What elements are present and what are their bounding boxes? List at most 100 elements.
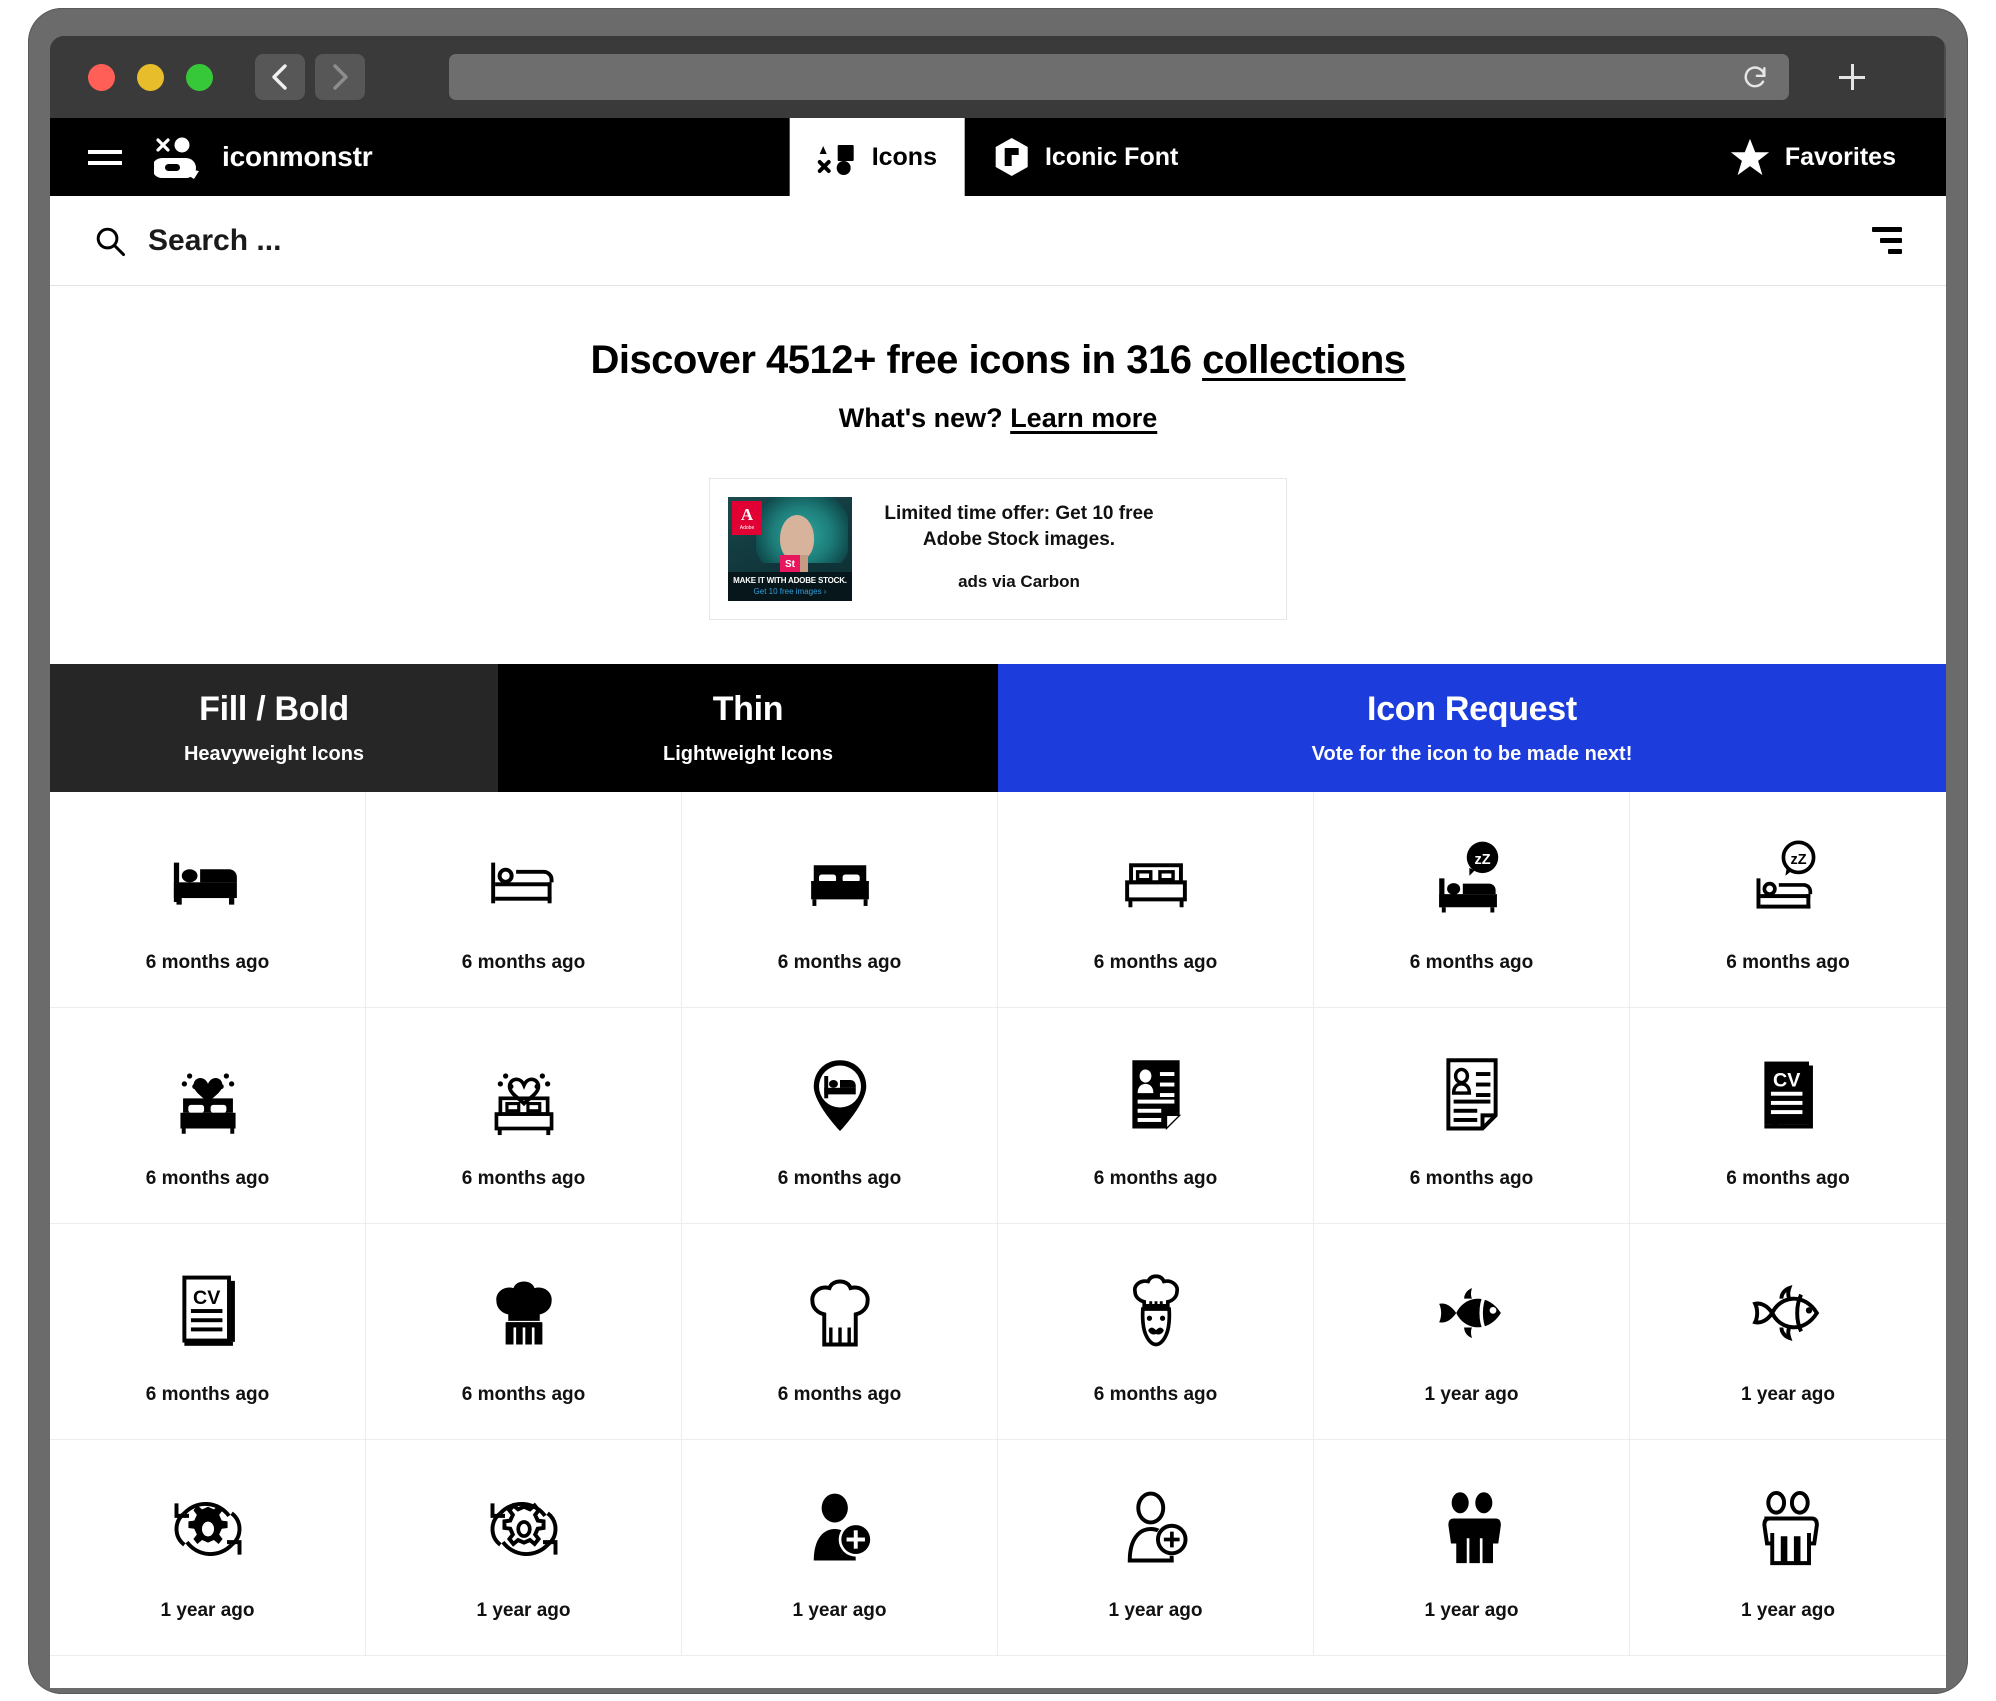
search-input-wrap — [94, 223, 1872, 258]
search-icon — [96, 227, 126, 256]
icon-card[interactable]: CV 6 months ago — [50, 1224, 366, 1440]
icon-card[interactable]: 6 months ago — [50, 1008, 366, 1224]
icon-card[interactable]: 6 months ago — [366, 1008, 682, 1224]
icon-card[interactable]: 1 year ago — [1314, 1440, 1630, 1656]
search-input[interactable] — [148, 223, 1393, 258]
icon-age: 6 months ago — [777, 1167, 902, 1189]
banner-thin-subtitle: Lightweight Icons — [663, 743, 833, 765]
favorites-link[interactable]: Favorites — [1729, 118, 1946, 196]
ad-caption-line2: Get 10 free images › — [753, 587, 827, 596]
headline-prefix: Discover 4512+ free icons in 316 — [590, 338, 1203, 382]
icon-card[interactable]: 1 year ago — [1630, 1440, 1946, 1656]
icon-card[interactable]: 1 year ago — [50, 1440, 366, 1656]
honeymoon-bed-heart-filled-icon — [166, 1042, 250, 1152]
navigation-buttons — [255, 54, 365, 100]
maximize-window-button[interactable] — [186, 63, 213, 91]
carbon-ad[interactable]: A Adobe St MAKE IT WITH ADOBE STOCK. Get… — [709, 478, 1287, 620]
tab-icons-label: Icons — [871, 142, 937, 171]
brand-logo[interactable]: iconmonstr — [154, 118, 373, 196]
close-window-button[interactable] — [88, 63, 115, 91]
address-bar[interactable] — [449, 54, 1789, 100]
menu-icon[interactable] — [88, 118, 124, 196]
icon-age: 6 months ago — [1093, 1167, 1218, 1189]
gear-refresh-filled-icon — [166, 1474, 250, 1584]
bed-sleep-filled-icon — [166, 826, 250, 936]
banner-icon-request[interactable]: Icon Request Vote for the icon to be mad… — [998, 664, 1946, 792]
chef-hat-thin-icon — [798, 1258, 882, 1368]
icon-card[interactable]: 1 year ago — [682, 1440, 998, 1656]
banner-fill-bold-subtitle: Heavyweight Icons — [183, 743, 365, 765]
chef-hat-filled-icon — [482, 1258, 566, 1368]
icon-age: 1 year ago — [1741, 1599, 1835, 1621]
gear-refresh-thin-icon — [482, 1474, 566, 1584]
sort-filter-icon[interactable] — [1872, 227, 1902, 254]
icon-card[interactable]: 1 year ago — [998, 1440, 1314, 1656]
chef-face-thin-icon — [1114, 1258, 1198, 1368]
collections-link[interactable]: collections — [1202, 338, 1406, 382]
back-button[interactable] — [255, 54, 305, 100]
shapes-icon — [817, 145, 854, 175]
icon-card[interactable]: 1 year ago — [366, 1440, 682, 1656]
learn-more-link[interactable]: Learn more — [1010, 403, 1157, 433]
svg-text:CV: CV — [193, 1286, 220, 1308]
icon-age: 6 months ago — [461, 951, 586, 973]
icon-card[interactable]: 6 months ago — [682, 1008, 998, 1224]
adobe-a-glyph: A — [740, 504, 754, 524]
resume-document-thin-icon — [1430, 1042, 1514, 1152]
ad-title[interactable]: Limited time offer: Get 10 free Adobe St… — [874, 501, 1164, 552]
user-add-thin-icon — [1114, 1474, 1198, 1584]
device-frame: iconmonstr Icons Iconic Font Favorites S… — [28, 8, 1968, 1694]
chevron-right-icon — [333, 64, 348, 90]
icon-grid: 6 months ago 6 months ago 6 months ago 6… — [50, 792, 1946, 1656]
icon-card[interactable]: 6 months ago — [682, 792, 998, 1008]
star-icon — [1730, 138, 1769, 176]
ad-text-body: Limited time offer: Get 10 free Adobe St… — [874, 497, 1164, 592]
adobe-logo-icon: A Adobe — [732, 501, 762, 535]
banner-thin[interactable]: Thin Lightweight Icons — [498, 664, 998, 792]
icon-card[interactable]: 1 year ago — [1630, 1224, 1946, 1440]
ad-attribution[interactable]: ads via Carbon — [874, 572, 1164, 592]
icon-age: 6 months ago — [1409, 1167, 1534, 1189]
icon-age: 1 year ago — [476, 1599, 571, 1621]
site-header: iconmonstr Icons Iconic Font Favorites — [50, 118, 1946, 196]
icon-age: 6 months ago — [1093, 1383, 1218, 1405]
brand-name: iconmonstr — [222, 141, 373, 172]
tab-icons[interactable]: Icons — [789, 118, 965, 196]
icon-age: 1 year ago — [792, 1599, 887, 1621]
banner-fill-bold[interactable]: Fill / Bold Heavyweight Icons — [50, 664, 498, 792]
icon-card[interactable]: 6 months ago — [998, 1008, 1314, 1224]
icon-card[interactable]: 6 months ago — [366, 1224, 682, 1440]
icon-age: 6 months ago — [145, 951, 270, 973]
icon-card[interactable]: 6 months ago — [366, 792, 682, 1008]
icon-card[interactable]: 6 months ago — [1314, 1008, 1630, 1224]
icon-card[interactable]: zZ 6 months ago — [1314, 792, 1630, 1008]
tab-iconic-font-label: Iconic Font — [1044, 142, 1179, 171]
minimize-window-button[interactable] — [137, 63, 164, 91]
icon-age: 1 year ago — [1424, 1383, 1519, 1405]
sleeping-zz-filled-icon: zZ — [1430, 826, 1514, 936]
cv-document-filled-icon: CV — [1746, 1042, 1830, 1152]
icon-card[interactable]: 6 months ago — [682, 1224, 998, 1440]
icon-card[interactable]: 6 months ago — [998, 1224, 1314, 1440]
tab-iconic-font[interactable]: Iconic Font — [965, 118, 1206, 196]
icon-card[interactable]: zZ 6 months ago — [1630, 792, 1946, 1008]
icon-card[interactable]: 1 year ago — [1314, 1224, 1630, 1440]
bed-double-filled-icon — [798, 826, 882, 936]
icon-card[interactable]: CV 6 months ago — [1630, 1008, 1946, 1224]
icon-age: 6 months ago — [145, 1167, 270, 1189]
forward-button[interactable] — [315, 54, 365, 100]
page-content: iconmonstr Icons Iconic Font Favorites S… — [50, 118, 1946, 1688]
new-tab-button[interactable] — [1829, 54, 1875, 100]
icon-age: 6 months ago — [1726, 1167, 1850, 1189]
resume-document-filled-icon — [1114, 1042, 1198, 1152]
reload-button[interactable] — [1741, 63, 1769, 91]
ad-creative-image[interactable]: A Adobe St MAKE IT WITH ADOBE STOCK. Get… — [728, 497, 852, 601]
cv-document-thin-icon: CV — [166, 1258, 250, 1368]
primary-tabs: Icons Iconic Font — [789, 118, 1207, 196]
icon-card[interactable]: 6 months ago — [998, 792, 1314, 1008]
two-people-thin-icon — [1746, 1474, 1830, 1584]
banner-icon-request-title: Icon Request — [1367, 690, 1577, 728]
icon-card[interactable]: 6 months ago — [50, 792, 366, 1008]
icon-age: 6 months ago — [777, 951, 902, 973]
fish-filled-icon — [1430, 1258, 1514, 1368]
